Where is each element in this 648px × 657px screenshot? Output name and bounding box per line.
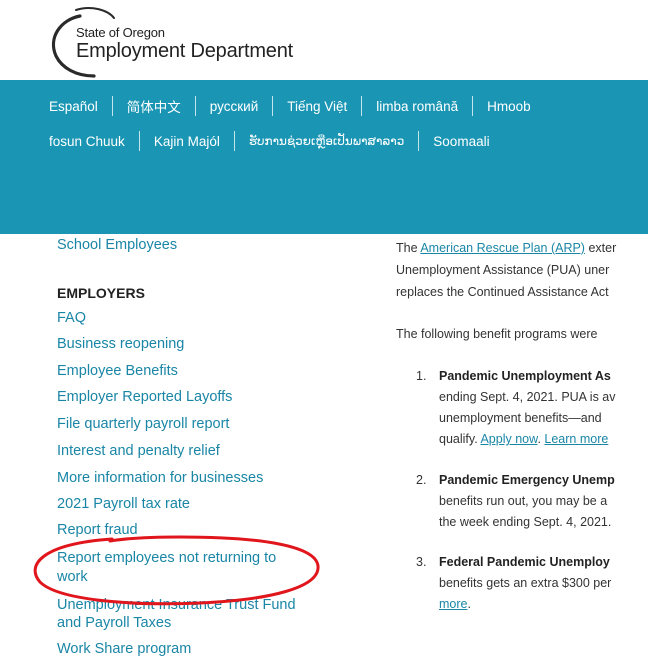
- site-header: State of Oregon Employment Department: [0, 0, 648, 80]
- program-item-1-line-3-text: unemployment benefits—and: [439, 411, 602, 425]
- sidebar-item-work-share[interactable]: Work Share program: [57, 641, 191, 657]
- apply-now-link[interactable]: Apply now: [480, 432, 537, 446]
- language-divider: [272, 96, 274, 116]
- sidebar-item-employee-benefits[interactable]: Employee Benefits: [57, 363, 178, 380]
- sidebar-item-report-employees-not-returning[interactable]: Report employees not returning to: [57, 550, 276, 567]
- sidebar-item-ui-trust-fund-cont[interactable]: and Payroll Taxes: [57, 615, 171, 632]
- programs-intro: The following benefit programs were: [396, 327, 598, 341]
- language-link-chuukese[interactable]: fosun Chuuk: [49, 134, 125, 149]
- program-item-2-line-3-text: the week ending Sept. 4, 2021.: [439, 515, 612, 529]
- arp-intro-line-1: The American Rescue Plan (ARP) exter: [396, 240, 616, 256]
- learn-more-link[interactable]: Learn more: [544, 432, 608, 446]
- language-link-chinese[interactable]: 简体中文: [127, 96, 181, 116]
- sidebar-item-file-payroll-report[interactable]: File quarterly payroll report: [57, 416, 229, 433]
- language-link-spanish[interactable]: Español: [49, 99, 98, 114]
- sidebar-item-ui-trust-fund[interactable]: Unemployment Insurance Trust Fund: [57, 597, 296, 614]
- language-divider: [138, 131, 140, 151]
- program-item-3-line-2-text: benefits gets an extra $300 per: [439, 576, 612, 590]
- sidebar-item-faq[interactable]: FAQ: [57, 310, 86, 327]
- logo-department-text: Employment Department: [76, 40, 294, 62]
- sidebar-item-interest-penalty-relief[interactable]: Interest and penalty relief: [57, 443, 220, 460]
- sidebar-item-payroll-tax-rate[interactable]: 2021 Payroll tax rate: [57, 496, 190, 513]
- arp-intro-line-2: Unemployment Assistance (PUA) uner: [396, 263, 610, 277]
- program-item-3-title: Federal Pandemic Unemploy: [439, 555, 610, 569]
- arp-intro-line-3: replaces the Continued Assistance Act: [396, 285, 609, 299]
- sidebar-item-report-employees-not-returning-cont[interactable]: work: [57, 569, 88, 586]
- language-divider: [233, 131, 235, 151]
- program-item-1-line-2-text: ending Sept. 4, 2021. PUA is av: [439, 390, 616, 404]
- language-link-romanian[interactable]: limba română: [376, 99, 458, 114]
- language-divider: [361, 96, 363, 116]
- language-link-hmong[interactable]: Hmoob: [487, 99, 531, 114]
- sidebar-item-more-info-businesses[interactable]: More information for businesses: [57, 470, 263, 487]
- sidebar-item-school-employees[interactable]: School Employees: [57, 237, 177, 254]
- main-content: The American Rescue Plan (ARP) exter Une…: [396, 234, 648, 657]
- language-link-lao[interactable]: ຮັບການຊ່ວຍເຫຼືອເປັນພາສາລາວ: [249, 134, 404, 148]
- sidebar-item-business-reopening[interactable]: Business reopening: [57, 336, 184, 353]
- oregon-employment-logo[interactable]: State of Oregon Employment Department: [46, 6, 316, 78]
- logo-state-text: State of Oregon: [76, 25, 165, 40]
- program-item-1-qualify-text: qualify.: [439, 432, 481, 446]
- language-row-2: fosun Chuuk Kajin Majól ຮັບການຊ່ວຍເຫຼືອເ…: [49, 131, 490, 151]
- list-number: 1.: [416, 369, 427, 383]
- program-item-1-title: Pandemic Unemployment As: [439, 369, 611, 383]
- program-item-2-line-2-text: benefits run out, you may be a: [439, 494, 608, 508]
- language-link-russian[interactable]: русский: [210, 99, 258, 114]
- program-item-2-title: Pandemic Emergency Unemp: [439, 473, 615, 487]
- more-link[interactable]: more: [439, 597, 467, 611]
- language-row-1: Español 简体中文 русский Tiếng Việt limba ro…: [49, 96, 531, 116]
- arp-intro-rest: exter: [584, 241, 617, 255]
- language-divider: [418, 131, 420, 151]
- sidebar-heading-employers: EMPLOYERS: [57, 285, 145, 301]
- arp-link[interactable]: American Rescue Plan (ARP): [420, 241, 585, 255]
- list-number: 2.: [416, 473, 427, 487]
- language-link-somali[interactable]: Soomaali: [433, 134, 489, 149]
- arp-intro-prefix: The: [396, 241, 421, 255]
- language-divider: [111, 96, 113, 116]
- sidebar-item-employer-reported-layoffs[interactable]: Employer Reported Layoffs: [57, 389, 232, 406]
- list-number: 3.: [416, 555, 427, 569]
- language-divider: [472, 96, 474, 116]
- language-divider: [194, 96, 196, 116]
- sidebar-item-report-fraud[interactable]: Report fraud: [57, 522, 138, 539]
- language-link-marshallese[interactable]: Kajin Majól: [154, 134, 220, 149]
- program-item-3-period: .: [467, 597, 471, 611]
- language-link-vietnamese[interactable]: Tiếng Việt: [287, 99, 347, 114]
- language-bar: Español 简体中文 русский Tiếng Việt limba ro…: [0, 80, 648, 234]
